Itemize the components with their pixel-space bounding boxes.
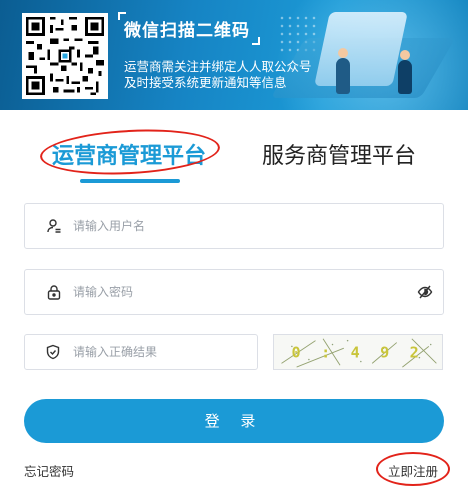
corner-bracket <box>118 12 126 20</box>
banner-person-graphic <box>336 48 350 94</box>
active-tab-indicator <box>80 179 180 183</box>
password-input[interactable] <box>73 285 417 299</box>
banner-title: 微信扫描二维码 <box>118 12 260 45</box>
username-input[interactable] <box>73 219 443 233</box>
banner-screen-graphic <box>314 12 408 86</box>
banner-title-text: 微信扫描二维码 <box>124 21 250 41</box>
captcha-image[interactable]: 0 : 4 9 2 <box>273 334 443 370</box>
shield-check-icon <box>45 343 63 361</box>
captcha-text: 0 : 4 9 2 <box>292 344 425 362</box>
login-button[interactable]: 登 录 <box>24 399 444 443</box>
wechat-banner: 微信扫描二维码 运营商需关注并绑定人人取公众号 及时接受系统更新通知等信息 <box>0 0 468 110</box>
forgot-password-link[interactable]: 忘记密码 <box>24 461 74 480</box>
tab-service-provider-platform[interactable]: 服务商管理平台 <box>262 138 416 170</box>
corner-bracket <box>252 37 260 45</box>
password-field[interactable] <box>24 269 444 315</box>
username-field[interactable] <box>24 203 444 249</box>
lock-icon <box>45 283 63 301</box>
register-link[interactable]: 立即注册 <box>388 461 438 480</box>
user-icon <box>45 217 63 235</box>
wechat-qr-code <box>22 13 108 99</box>
banner-person-graphic <box>398 50 412 94</box>
toggle-password-visibility-icon[interactable] <box>417 283 435 301</box>
tab-operator-platform[interactable]: 运营商管理平台 <box>52 138 206 170</box>
captcha-input[interactable] <box>73 345 257 359</box>
banner-description-line: 及时接受系统更新通知等信息 <box>124 75 287 90</box>
captcha-field[interactable] <box>24 334 258 370</box>
